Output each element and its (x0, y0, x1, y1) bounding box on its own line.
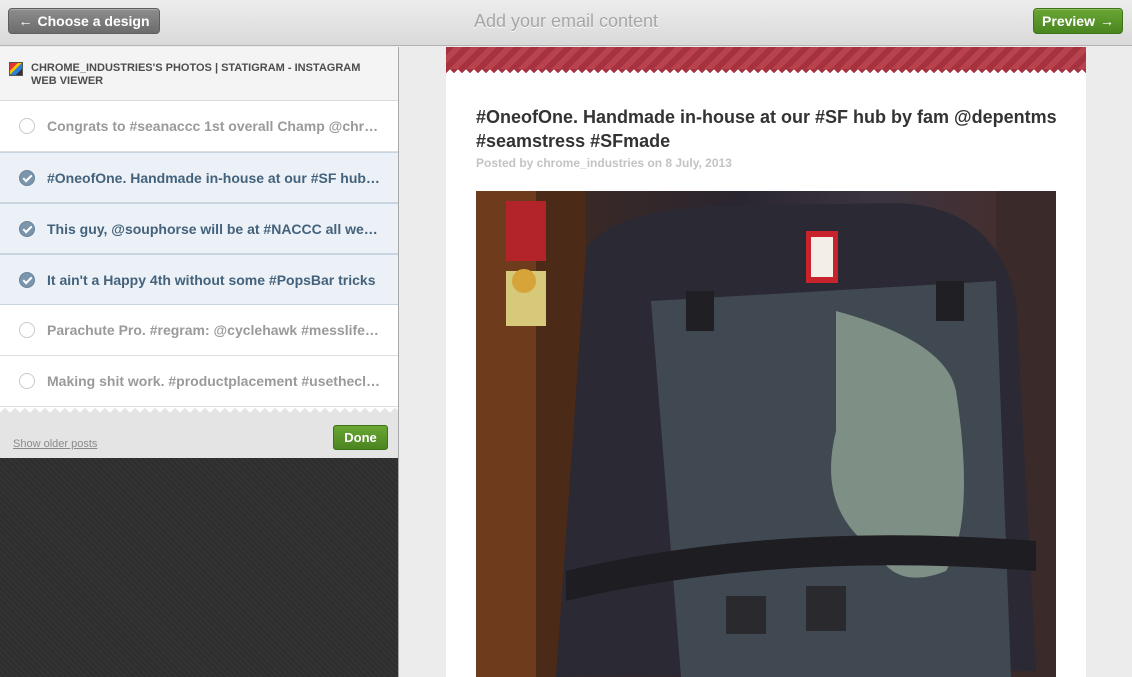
post-item[interactable]: This guy, @souphorse will be at #NACCC a… (0, 203, 398, 254)
email-header-edge (446, 69, 1086, 75)
sidebar-background (0, 458, 398, 677)
radio-checked-icon[interactable] (19, 220, 35, 237)
email-header-band (446, 47, 1086, 69)
preview-button[interactable]: Preview → (1033, 8, 1123, 34)
feed-header: CHROME_INDUSTRIES'S PHOTOS | STATIGRAM -… (0, 47, 398, 101)
bag-photo-illustration (476, 191, 1056, 677)
post-meta: Posted by chrome_industries on 8 July, 2… (476, 156, 732, 170)
radio-unchecked-icon[interactable] (19, 322, 35, 338)
post-text: Congrats to #seanaccc 1st overall Champ … (47, 118, 382, 134)
radio-unchecked-icon[interactable] (19, 118, 35, 134)
preview-label: Preview (1042, 13, 1095, 29)
top-bar: ← Choose a design Add your email content… (0, 0, 1132, 46)
sidebar: CHROME_INDUSTRIES'S PHOTOS | STATIGRAM -… (0, 47, 399, 677)
radio-checked-icon[interactable] (19, 271, 35, 288)
radio-unchecked-icon[interactable] (19, 373, 35, 389)
post-list: Congrats to #seanaccc 1st overall Champ … (0, 101, 398, 407)
done-button[interactable]: Done (333, 425, 388, 450)
list-edge-divider (0, 407, 398, 415)
post-text: This guy, @souphorse will be at #NACCC a… (47, 220, 382, 237)
post-item[interactable]: Making shit work. #productplacement #use… (0, 356, 398, 407)
feed-title: CHROME_INDUSTRIES'S PHOTOS | STATIGRAM -… (31, 62, 361, 87)
post-text: Making shit work. #productplacement #use… (47, 373, 382, 389)
post-text: It ain't a Happy 4th without some #PopsB… (47, 271, 376, 288)
post-image (476, 191, 1056, 677)
radio-checked-icon[interactable] (19, 169, 35, 186)
post-text: Parachute Pro. #regram: @cyclehawk #mess… (47, 322, 382, 338)
post-item[interactable]: Congrats to #seanaccc 1st overall Champ … (0, 101, 398, 152)
post-item[interactable]: Parachute Pro. #regram: @cyclehawk #mess… (0, 305, 398, 356)
post-title: #OneofOne. Handmade in-house at our #SF … (476, 107, 1057, 151)
email-preview: #OneofOne. Handmade in-house at our #SF … (446, 47, 1086, 677)
feed-favicon-icon (9, 62, 23, 76)
arrow-right-icon: → (1099, 13, 1114, 29)
post-item[interactable]: It ain't a Happy 4th without some #PopsB… (0, 254, 398, 305)
show-older-posts-link[interactable]: Show older posts (13, 438, 97, 450)
post-text: #OneofOne. Handmade in-house at our #SF … (47, 169, 382, 186)
post-item[interactable]: #OneofOne. Handmade in-house at our #SF … (0, 152, 398, 203)
page-title: Add your email content (473, 11, 659, 31)
content-area: #OneofOne. Handmade in-house at our #SF … (400, 47, 1132, 677)
